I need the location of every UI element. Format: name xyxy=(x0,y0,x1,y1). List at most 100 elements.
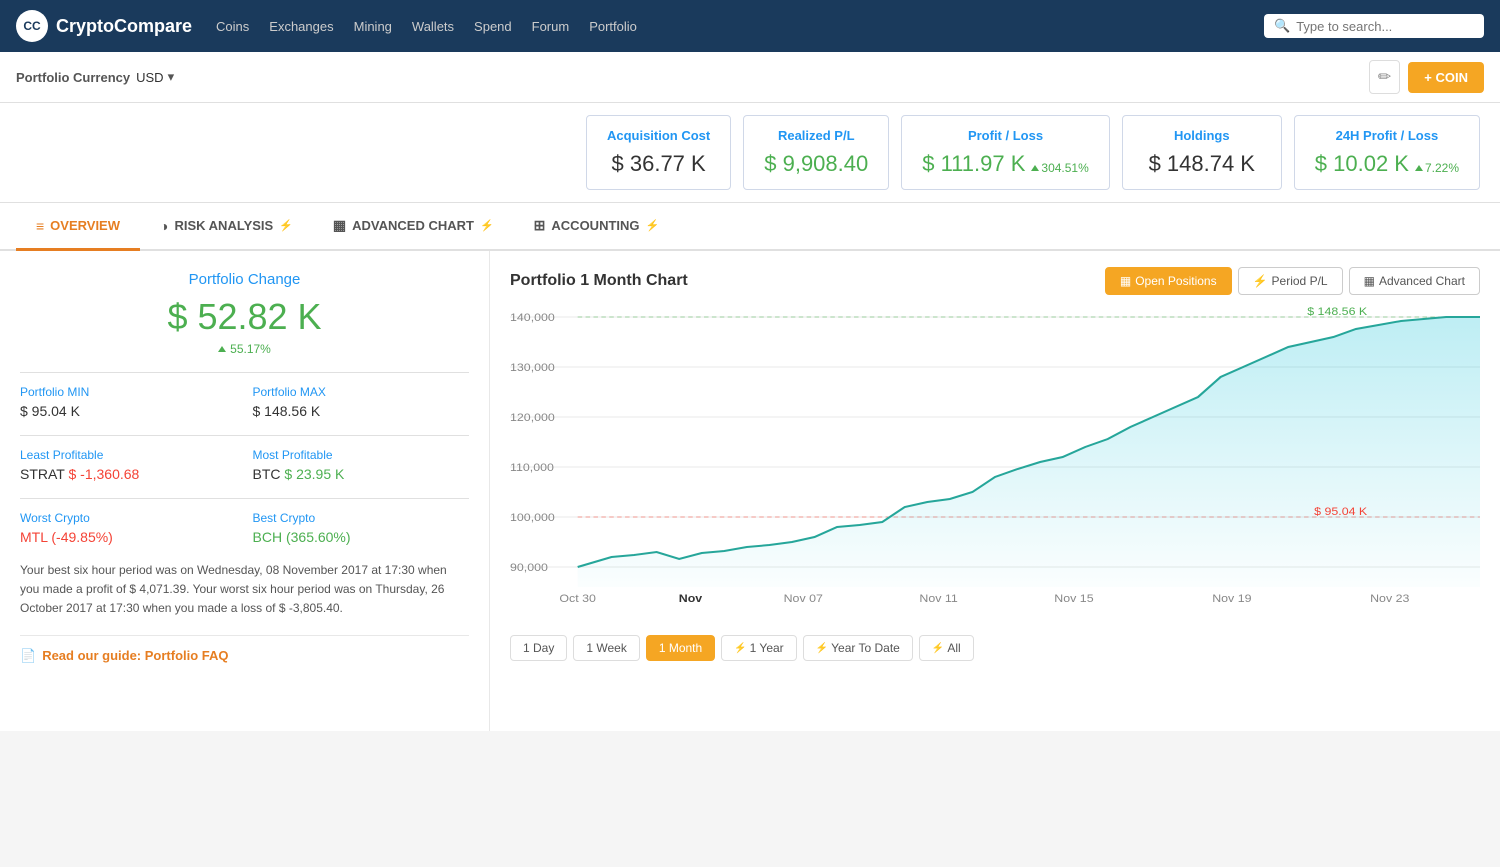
metric-label-profitloss: Profit / Loss xyxy=(922,128,1089,143)
accounting-lightning-icon: ⚡ xyxy=(646,219,660,232)
left-panel: Portfolio Change $ 52.82 K 55.17% Portfo… xyxy=(0,251,490,731)
add-coin-button[interactable]: + COIN xyxy=(1408,62,1484,93)
chart-icon: ▦ xyxy=(333,217,346,234)
metric-label-24h: 24H Profit / Loss xyxy=(1315,128,1459,143)
metric-24h-profit: 24H Profit / Loss $ 10.02 K 7.22% xyxy=(1294,115,1480,190)
tab-advanced-chart[interactable]: ▦ ADVANCED CHART ⚡ xyxy=(313,203,514,251)
metric-value-24h: $ 10.02 K 7.22% xyxy=(1315,151,1459,177)
stat-value-least: STRAT $ -1,360.68 xyxy=(20,466,237,482)
chart-container: 140,000 130,000 120,000 110,000 100,000 … xyxy=(510,307,1480,667)
search-box[interactable]: 🔍 xyxy=(1264,14,1484,38)
svg-text:$ 148.56 K: $ 148.56 K xyxy=(1307,307,1367,318)
chart-lightning-icon: ⚡ xyxy=(480,219,494,232)
stat-portfolio-min: Portfolio MIN $ 95.04 K xyxy=(20,385,237,419)
logo-text: CryptoCompare xyxy=(56,16,192,37)
svg-text:110,000: 110,000 xyxy=(510,462,554,474)
tf-ytd[interactable]: ⚡ Year To Date xyxy=(803,635,913,661)
tf-1year[interactable]: ⚡ 1 Year xyxy=(721,635,797,661)
nav-link-exchanges[interactable]: Exchanges xyxy=(269,19,333,34)
metric-value-holdings: $ 148.74 K xyxy=(1143,151,1261,177)
svg-text:Nov 15: Nov 15 xyxy=(1054,593,1094,605)
stats-grid-2: Least Profitable STRAT $ -1,360.68 Most … xyxy=(20,448,469,482)
svg-text:100,000: 100,000 xyxy=(510,512,555,524)
advanced-chart-icon: ▦ xyxy=(1364,274,1375,288)
divider-3 xyxy=(20,498,469,499)
logo[interactable]: CC CryptoCompare xyxy=(16,10,192,42)
metric-label-holdings: Holdings xyxy=(1143,128,1261,143)
svg-text:120,000: 120,000 xyxy=(510,412,555,424)
portfolio-change-badge: 55.17% xyxy=(20,342,469,356)
svg-text:Oct 30: Oct 30 xyxy=(559,593,596,605)
period-pl-button[interactable]: ⚡ Period P/L xyxy=(1238,267,1343,295)
svg-text:90,000: 90,000 xyxy=(510,562,548,574)
tab-overview[interactable]: ≡ OVERVIEW xyxy=(16,203,140,251)
main-content: Portfolio Change $ 52.82 K 55.17% Portfo… xyxy=(0,251,1500,731)
portfolio-change-value: $ 52.82 K xyxy=(20,296,469,338)
open-positions-icon: ▦ xyxy=(1120,274,1131,288)
stat-label-most: Most Profitable xyxy=(253,448,470,462)
portfolio-currency: Portfolio Currency USD ▾ xyxy=(16,69,174,85)
svg-text:Nov: Nov xyxy=(679,593,703,605)
svg-text:Nov 07: Nov 07 xyxy=(784,593,823,605)
metrics-bar: Acquisition Cost $ 36.77 K Realized P/L … xyxy=(0,103,1500,203)
nav-link-forum[interactable]: Forum xyxy=(532,19,570,34)
period-pl-icon: ⚡ xyxy=(1253,274,1268,288)
profit24h-arrow xyxy=(1415,165,1423,171)
svg-text:140,000: 140,000 xyxy=(510,312,555,324)
tf-1month[interactable]: 1 Month xyxy=(646,635,715,661)
portfolio-currency-label: Portfolio Currency xyxy=(16,70,130,85)
navbar: CC CryptoCompare Coins Exchanges Mining … xyxy=(0,0,1500,52)
profit-loss-arrow xyxy=(1031,165,1039,171)
tf-all[interactable]: ⚡ All xyxy=(919,635,974,661)
stat-best-crypto: Best Crypto BCH (365.60%) xyxy=(253,511,470,545)
advanced-chart-button[interactable]: ▦ Advanced Chart xyxy=(1349,267,1480,295)
svg-text:Nov 19: Nov 19 xyxy=(1212,593,1251,605)
faq-link[interactable]: 📄 Read our guide: Portfolio FAQ xyxy=(20,635,469,676)
nav-link-spend[interactable]: Spend xyxy=(474,19,512,34)
search-input[interactable] xyxy=(1296,19,1474,34)
stat-least-profitable: Least Profitable STRAT $ -1,360.68 xyxy=(20,448,237,482)
tf-1day[interactable]: 1 Day xyxy=(510,635,567,661)
ytd-lightning-icon: ⚡ xyxy=(816,643,828,654)
tf-1week[interactable]: 1 Week xyxy=(573,635,639,661)
nav-link-wallets[interactable]: Wallets xyxy=(412,19,454,34)
subheader-right: ✏ + COIN xyxy=(1369,60,1484,94)
svg-text:Nov 23: Nov 23 xyxy=(1370,593,1409,605)
stat-value-min: $ 95.04 K xyxy=(20,403,237,419)
metric-holdings: Holdings $ 148.74 K xyxy=(1122,115,1282,190)
stat-portfolio-max: Portfolio MAX $ 148.56 K xyxy=(253,385,470,419)
stat-most-profitable: Most Profitable BTC $ 23.95 K xyxy=(253,448,470,482)
risk-lightning-icon: ⚡ xyxy=(279,219,293,232)
stat-label-best: Best Crypto xyxy=(253,511,470,525)
edit-icon[interactable]: ✏ xyxy=(1369,60,1400,94)
metric-label-acquisition: Acquisition Cost xyxy=(607,128,710,143)
stat-value-most: BTC $ 23.95 K xyxy=(253,466,470,482)
overview-icon: ≡ xyxy=(36,218,44,234)
stat-label-worst: Worst Crypto xyxy=(20,511,237,525)
stats-grid: Portfolio MIN $ 95.04 K Portfolio MAX $ … xyxy=(20,385,469,419)
nav-link-mining[interactable]: Mining xyxy=(354,19,392,34)
stat-value-best: BCH (365.60%) xyxy=(253,529,470,545)
metric-realized-pl: Realized P/L $ 9,908.40 xyxy=(743,115,889,190)
all-lightning-icon: ⚡ xyxy=(932,643,944,654)
tab-risk-analysis[interactable]: ◑ RISK ANALYSIS ⚡ xyxy=(140,203,313,251)
timeframe-row: 1 Day 1 Week 1 Month ⚡ 1 Year ⚡ Year To … xyxy=(510,635,1480,661)
year-lightning-icon: ⚡ xyxy=(734,643,746,654)
currency-dropdown-icon[interactable]: ▾ xyxy=(168,69,175,85)
svg-text:$ 95.04 K: $ 95.04 K xyxy=(1314,506,1367,518)
tab-accounting[interactable]: ⊞ ACCOUNTING ⚡ xyxy=(514,203,680,251)
nav-links: Coins Exchanges Mining Wallets Spend For… xyxy=(216,19,1264,34)
faq-icon: 📄 xyxy=(20,648,36,664)
open-positions-button[interactable]: ▦ Open Positions xyxy=(1105,267,1232,295)
stat-label-least: Least Profitable xyxy=(20,448,237,462)
svg-text:130,000: 130,000 xyxy=(510,362,555,374)
stat-value-worst: MTL (-49.85%) xyxy=(20,529,237,545)
nav-link-coins[interactable]: Coins xyxy=(216,19,249,34)
subheader: Portfolio Currency USD ▾ ✏ + COIN xyxy=(0,52,1500,103)
search-icon: 🔍 xyxy=(1274,18,1290,34)
svg-text:Nov 11: Nov 11 xyxy=(919,593,957,605)
chart-svg: 140,000 130,000 120,000 110,000 100,000 … xyxy=(510,307,1480,627)
accounting-icon: ⊞ xyxy=(534,217,546,234)
nav-link-portfolio[interactable]: Portfolio xyxy=(589,19,637,34)
portfolio-currency-value: USD xyxy=(136,70,163,85)
